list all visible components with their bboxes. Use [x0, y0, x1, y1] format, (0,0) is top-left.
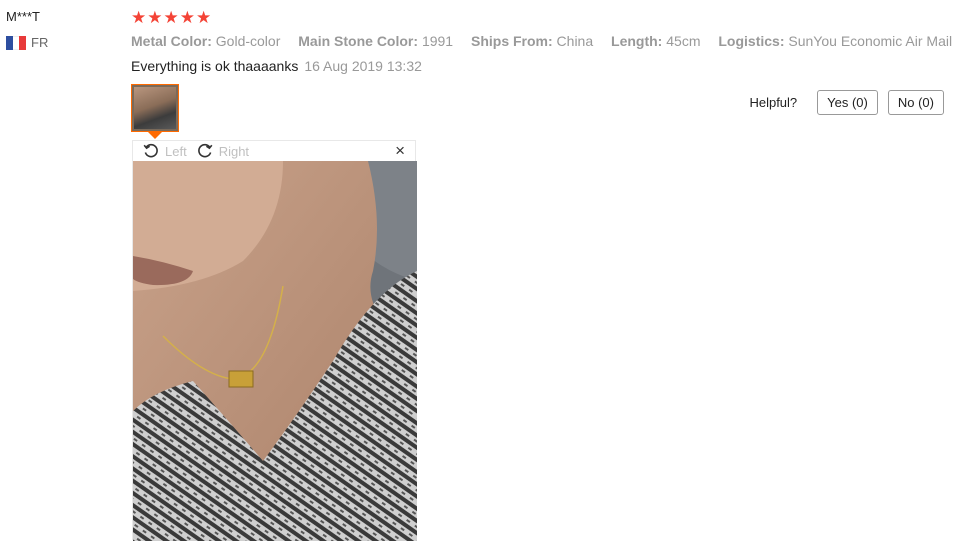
star-rating: ★★★★★ — [131, 8, 213, 27]
helpful-label: Helpful? — [749, 95, 798, 110]
reviewer-country: FR — [6, 35, 48, 50]
photo-viewer: Left Right × — [132, 140, 417, 541]
review-photo — [133, 161, 417, 541]
order-properties: Metal Color: Gold-color Main Stone Color… — [131, 33, 960, 49]
rotate-left-label: Left — [165, 143, 187, 159]
rotate-right-button[interactable]: Right — [197, 143, 249, 159]
review-date: 16 Aug 2019 13:32 — [304, 58, 422, 74]
prop-ships-from: Ships From: China — [470, 33, 594, 49]
rotate-left-button[interactable]: Left — [143, 143, 187, 159]
rotate-right-label: Right — [218, 143, 250, 159]
prop-metal-color: Metal Color: Gold-color — [131, 33, 281, 49]
france-flag-icon — [6, 35, 27, 50]
helpful-yes-button[interactable]: Yes (0) — [817, 90, 878, 115]
helpful-vote: Helpful? Yes (0) No (0) — [749, 90, 944, 115]
prop-length: Length: 45cm — [611, 33, 701, 49]
prop-logistics: Logistics: SunYou Economic Air Mail — [718, 33, 953, 49]
country-code: FR — [31, 35, 49, 50]
review-content: Everything is ok thaaaanks 16 Aug 2019 13… — [131, 58, 422, 74]
thumbnail-selected-indicator — [148, 132, 162, 139]
rotate-right-icon — [197, 143, 213, 158]
photo-viewer-toolbar: Left Right × — [133, 141, 415, 161]
review-text: Everything is ok thaaaanks — [131, 58, 299, 74]
rotate-left-icon — [143, 143, 158, 158]
reviewer-name: M***T — [6, 9, 40, 24]
helpful-no-button[interactable]: No (0) — [887, 90, 944, 115]
close-viewer-button[interactable]: × — [395, 142, 405, 160]
prop-main-stone-color: Main Stone Color: 1991 — [298, 33, 454, 49]
review-photo-thumbnail[interactable] — [131, 84, 179, 132]
